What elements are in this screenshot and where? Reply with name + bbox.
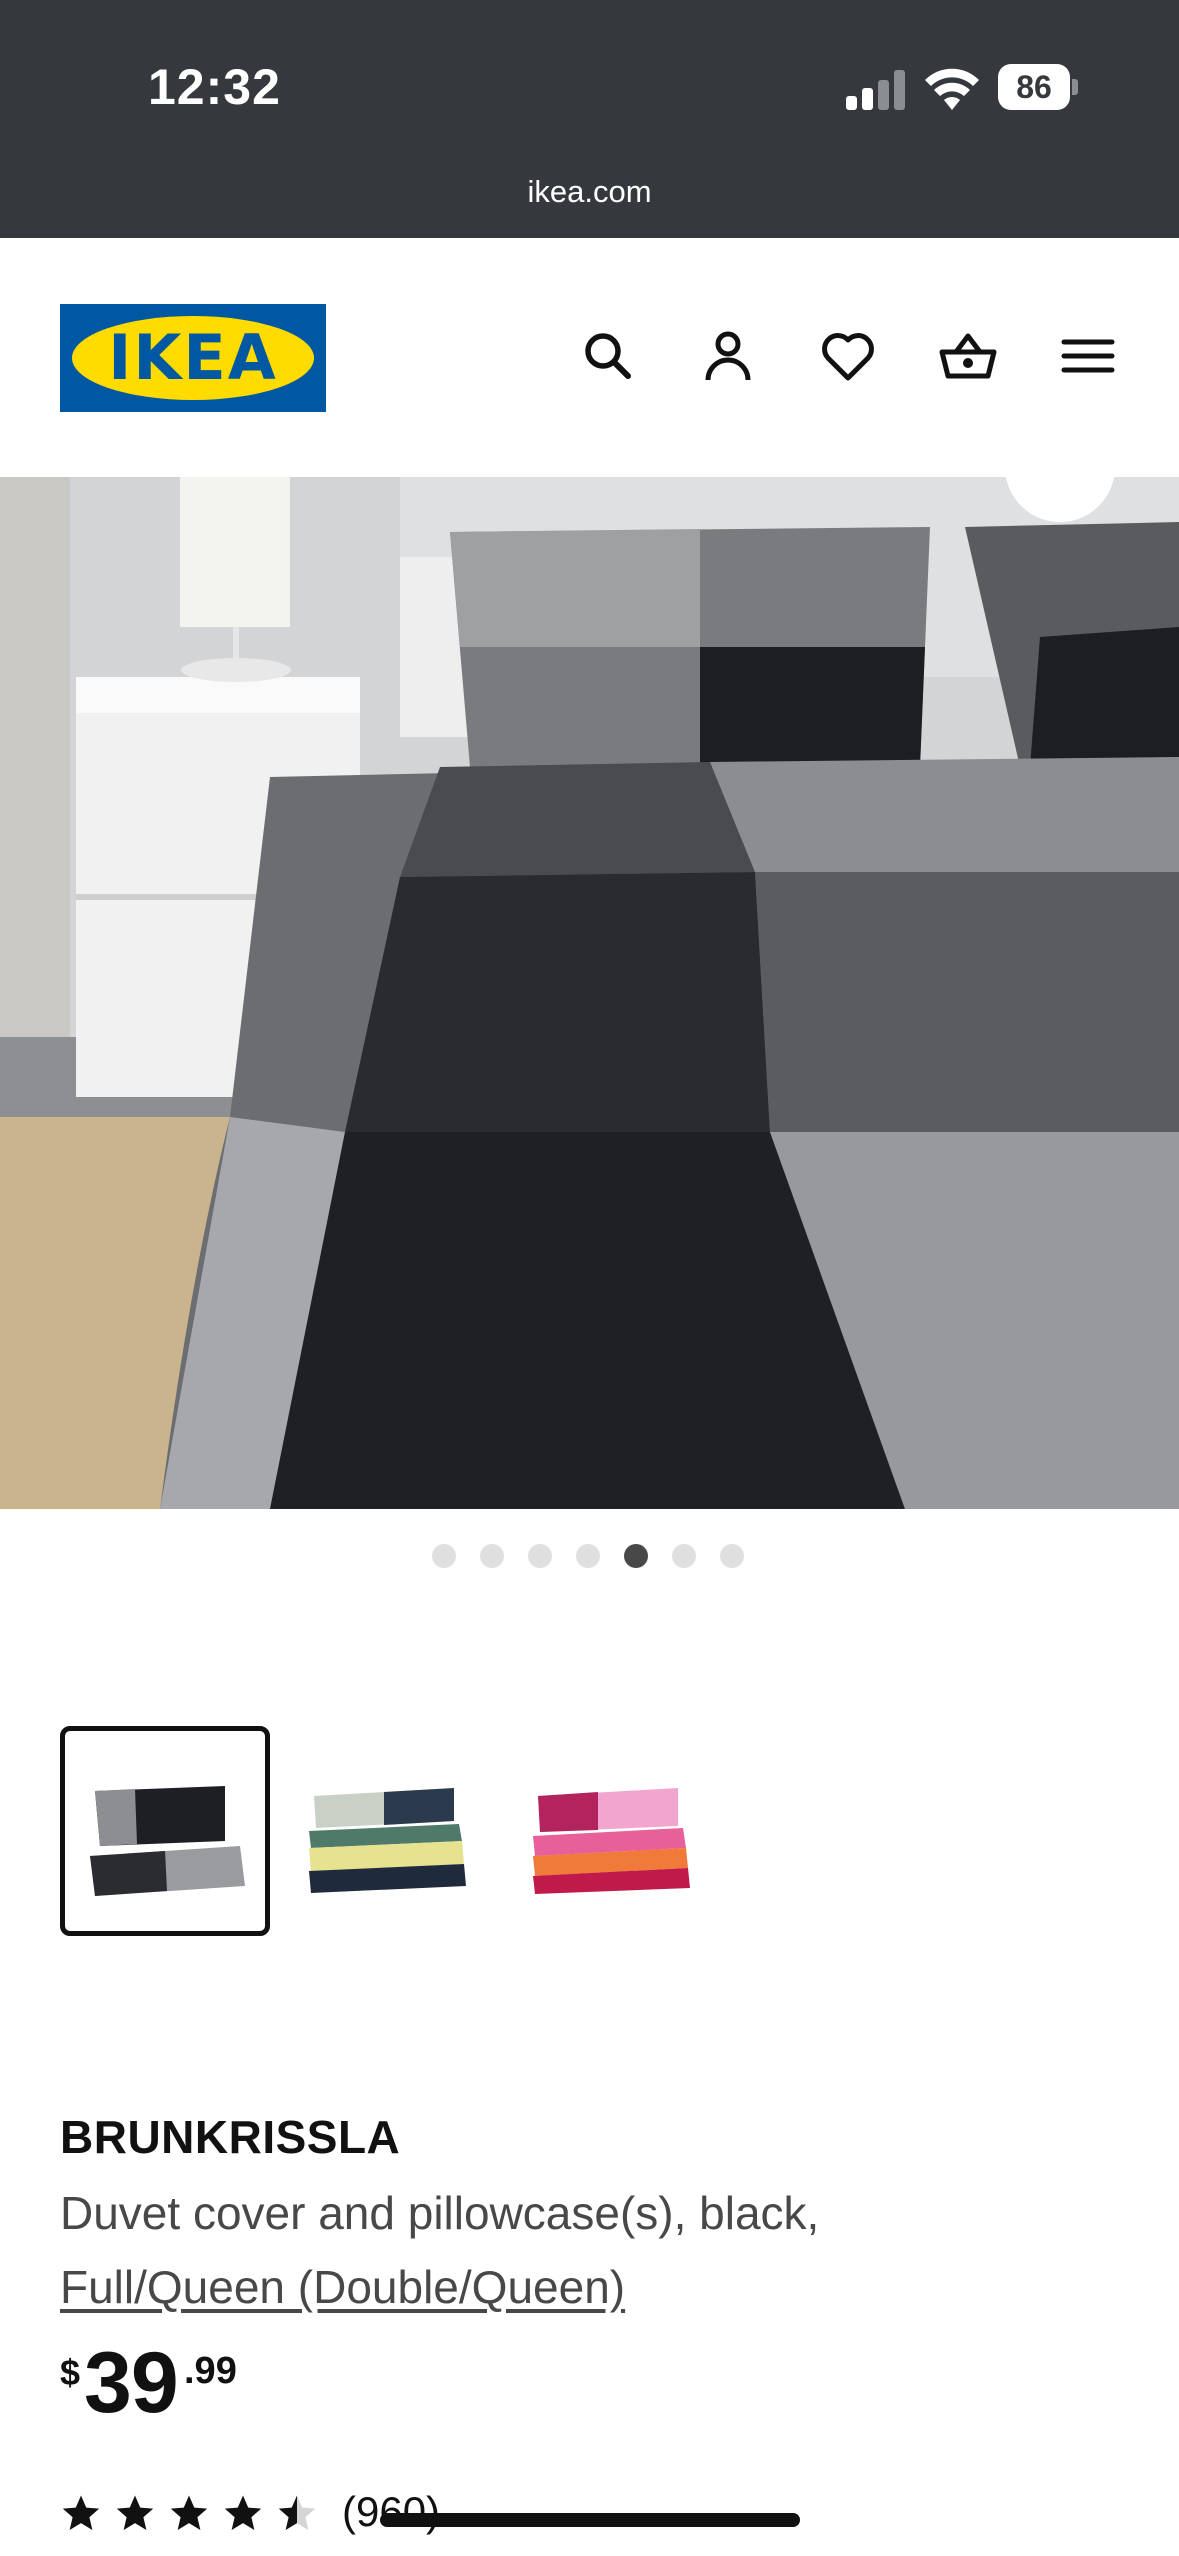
bedroom-photo (0, 477, 1179, 1509)
basket-icon[interactable] (938, 326, 998, 386)
star-icon (170, 2495, 208, 2530)
carousel-dot[interactable] (576, 1544, 600, 1568)
carousel-dot-active[interactable] (624, 1544, 648, 1568)
variant-thumbnail-multicolor[interactable] (284, 1726, 494, 1936)
carousel-dot[interactable] (528, 1544, 552, 1568)
carousel-dot[interactable] (672, 1544, 696, 1568)
price-currency: $ (60, 2352, 81, 2393)
product-description: Duvet cover and pillowcase(s), black, (60, 2187, 820, 2239)
cellular-signal-icon (846, 68, 908, 110)
home-indicator[interactable] (380, 2513, 800, 2527)
product-size-link[interactable]: Full/Queen (Double/Queen) (60, 2260, 625, 2314)
star-icon (62, 2495, 100, 2530)
carousel-dot[interactable] (480, 1544, 504, 1568)
browser-chrome: 12:32 86 ikea.com (0, 0, 1179, 238)
product-name: BRUNKRISSLA (60, 2111, 401, 2163)
status-time: 12:32 (148, 59, 281, 115)
url-bar[interactable]: ikea.com (0, 174, 1179, 210)
carousel-dot[interactable] (720, 1544, 744, 1568)
price-decimal: .99 (184, 2350, 237, 2392)
variant-thumbnail-pink[interactable] (508, 1726, 718, 1936)
search-icon[interactable] (578, 326, 638, 386)
half-star-icon (278, 2495, 316, 2530)
price-whole: 39 (84, 2335, 179, 2431)
account-icon[interactable] (698, 326, 758, 386)
black-bedding-thumbnail (90, 1786, 245, 1896)
heart-icon[interactable] (818, 326, 878, 386)
wifi-icon (925, 68, 979, 110)
product-image[interactable] (0, 477, 1179, 1509)
battery-level: 86 (998, 64, 1070, 110)
menu-icon[interactable] (1058, 326, 1118, 386)
star-icon (116, 2495, 154, 2530)
site-header: IKEA (0, 238, 1179, 478)
logo-text: IKEA (108, 321, 278, 394)
multicolor-bedding-thumbnail (309, 1788, 466, 1893)
variant-thumbnail-black[interactable] (60, 1726, 270, 1936)
battery-icon: 86 (998, 64, 1078, 110)
star-icon (224, 2495, 262, 2530)
review-count: (960) (342, 2488, 441, 2535)
pink-bedding-thumbnail (533, 1788, 690, 1894)
ikea-logo[interactable]: IKEA (60, 304, 326, 412)
carousel-dot[interactable] (432, 1544, 456, 1568)
